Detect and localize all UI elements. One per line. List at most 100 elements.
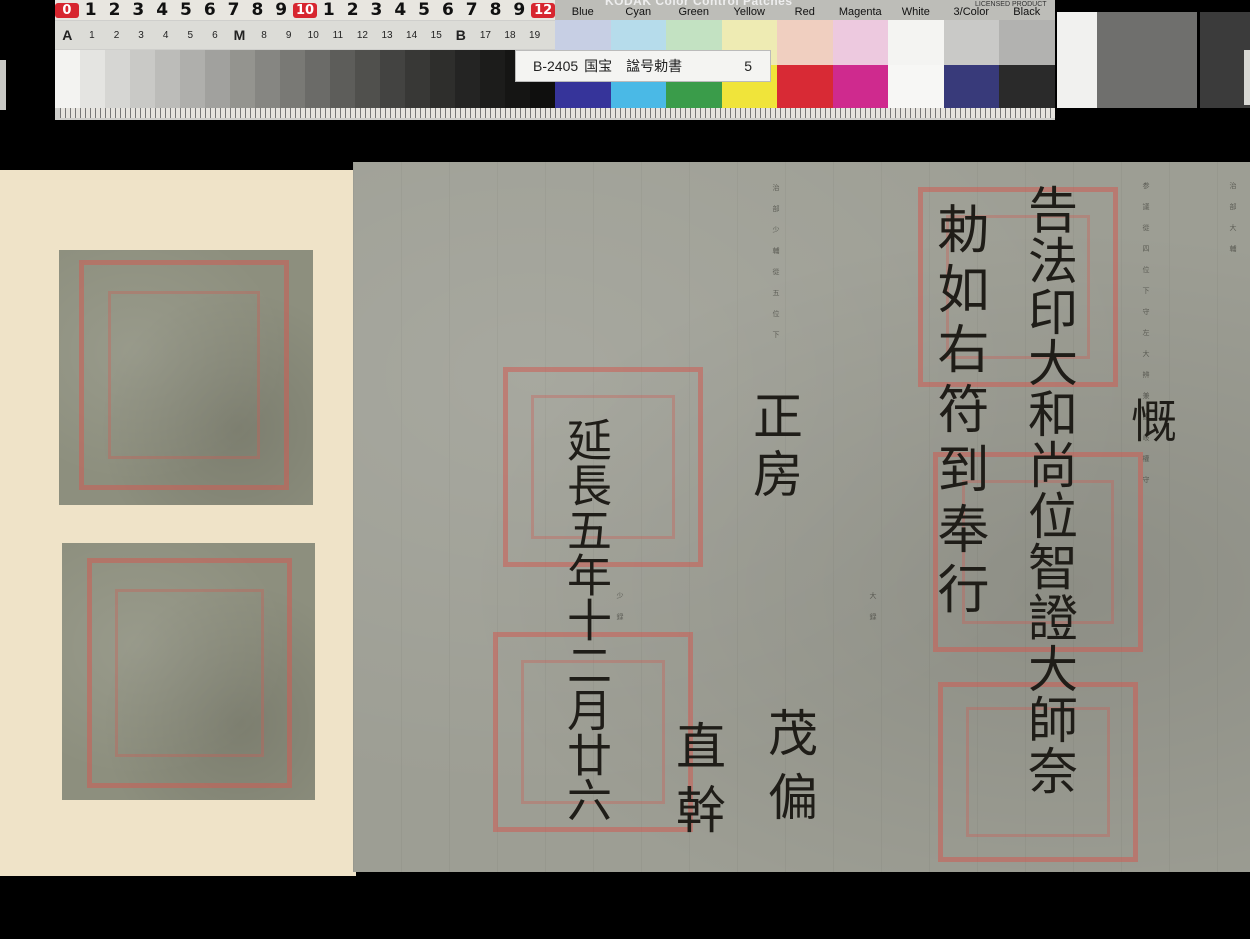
text-column-signature-3: 直幹 (668, 720, 726, 848)
grey-step-label: 19 (529, 29, 541, 41)
scale-number: 12 (531, 2, 556, 18)
grey-step-label: 6 (212, 29, 218, 41)
grey-step (355, 50, 380, 108)
grey-card-white (1057, 12, 1097, 108)
scale-number: 4 (394, 0, 407, 20)
grey-card-mid (1097, 12, 1197, 108)
scale-number: 6 (441, 0, 454, 20)
patch-name: Magenta (838, 6, 882, 18)
scale-number: 1 (84, 0, 97, 20)
grey-step-label: 11 (332, 29, 344, 41)
color-patch-light (943, 20, 999, 65)
patch-name: Yellow (733, 6, 765, 18)
grey-step-label: 14 (406, 29, 418, 41)
scale-number: 2 (346, 0, 359, 20)
grey-step (255, 50, 280, 108)
grey-step (130, 50, 155, 108)
color-patch-light (832, 20, 888, 65)
scale-number: 8 (251, 0, 264, 20)
grey-step-label: 8 (261, 29, 267, 41)
grey-step-label: A (62, 27, 73, 43)
grey-step-label: M (233, 27, 246, 43)
grey-step (180, 50, 205, 108)
seal-fragment-upper (59, 250, 313, 505)
grey-step-label: 2 (113, 29, 120, 41)
edge-marker (0, 60, 6, 110)
grey-step (55, 50, 80, 108)
scale-number: 9 (275, 0, 288, 20)
catalog-page: 5 (744, 58, 752, 74)
color-patch-light (777, 20, 833, 65)
grey-step-label: 12 (356, 29, 368, 41)
scale-number: 7 (227, 0, 240, 20)
grey-card-dark (1200, 12, 1250, 108)
grey-step (155, 50, 180, 108)
text-column-signature-1: 正房 (745, 390, 803, 506)
color-patch-dark (943, 65, 999, 108)
grey-step (480, 50, 505, 108)
text-column-1: 告法印大和尚位智證大師奈 (1020, 184, 1078, 796)
scale-number: 10 (293, 2, 317, 18)
grey-step (105, 50, 130, 108)
grey-step-label: 9 (285, 29, 292, 41)
color-patch-dark (777, 65, 833, 108)
scale-number: 4 (156, 0, 169, 20)
scale-number: 2 (108, 0, 121, 20)
centimetre-scale: 0 1 2 3 4 5 6 7 8 9 10 1 2 3 4 5 6 7 8 9 12 (55, 0, 556, 20)
grey-step (205, 50, 230, 108)
document-sheet: 参議從四位下守左大辨兼讃岐權守 治部少輔從五位下 大録 少録 治部大輔 慨 告法… (353, 162, 1250, 872)
scale-number: 8 (489, 0, 502, 20)
text-column-2: 勅如右符到奉行 (928, 202, 988, 622)
patch-name: White (901, 6, 930, 18)
grey-scale (55, 50, 555, 108)
grey-step-label: 15 (430, 29, 442, 41)
red-seal-stamp (79, 260, 289, 490)
grey-step-label: 13 (381, 29, 393, 41)
grey-step (230, 50, 255, 108)
edge-marker-right (1244, 50, 1250, 105)
catalog-code: B-2405 (533, 58, 579, 74)
catalog-label: B-2405 国宝 諡号勅書 5 (515, 50, 771, 82)
patch-name: Black (1013, 6, 1041, 18)
patch-name: Blue (571, 6, 594, 18)
grey-step (80, 50, 105, 108)
color-patch-dark (888, 65, 944, 108)
scale-number: 5 (418, 0, 431, 20)
grey-step (280, 50, 305, 108)
faint-official-line: 治部少輔從五位下 (772, 184, 780, 352)
grey-step-label: B (455, 27, 466, 43)
scale-number: 3 (370, 0, 383, 20)
color-patch-dark (999, 65, 1055, 108)
grey-step-label: 3 (138, 29, 144, 41)
grey-step (430, 50, 455, 108)
scale-number: 6 (203, 0, 216, 20)
grey-step-label: 1 (89, 29, 95, 41)
scale-number: 7 (465, 0, 478, 20)
scale-number: 1 (322, 0, 335, 20)
color-patch-light (888, 20, 944, 65)
scale-number: 9 (513, 0, 526, 20)
grey-step (405, 50, 430, 108)
grey-step (455, 50, 480, 108)
grey-step (305, 50, 330, 108)
color-patch-light (999, 20, 1055, 65)
grey-step (330, 50, 355, 108)
grey-step-label: 4 (162, 29, 169, 41)
grey-step-label: 17 (479, 29, 491, 41)
faint-official-line: 大録 (869, 592, 877, 634)
scale-number: 3 (132, 0, 145, 20)
mm-ruler (60, 108, 1055, 118)
patch-names: Blue Cyan Green Yellow Red Magenta White 3/Colo… (555, 0, 1055, 18)
catalog-name: 国宝 諡号勅書 (584, 58, 683, 74)
color-patch-dark (832, 65, 888, 108)
text-column-signature-2: 茂偏 (760, 707, 818, 835)
grey-step-label: 10 (307, 29, 319, 41)
red-seal-stamp (87, 558, 292, 788)
scale-number: 5 (180, 0, 192, 20)
text-column-title: 慨 (1124, 397, 1178, 443)
grey-scale-labels: A 1 2 3 4 5 6 M 8 9 10 11 12 13 14 15 B 17 18 19 (55, 21, 555, 49)
text-column-date: 延長五年十二月廿六 (559, 417, 612, 822)
scale-number: 0 (55, 2, 79, 18)
grey-step-label: 5 (187, 29, 194, 41)
patch-name: 3/Color (953, 6, 989, 18)
